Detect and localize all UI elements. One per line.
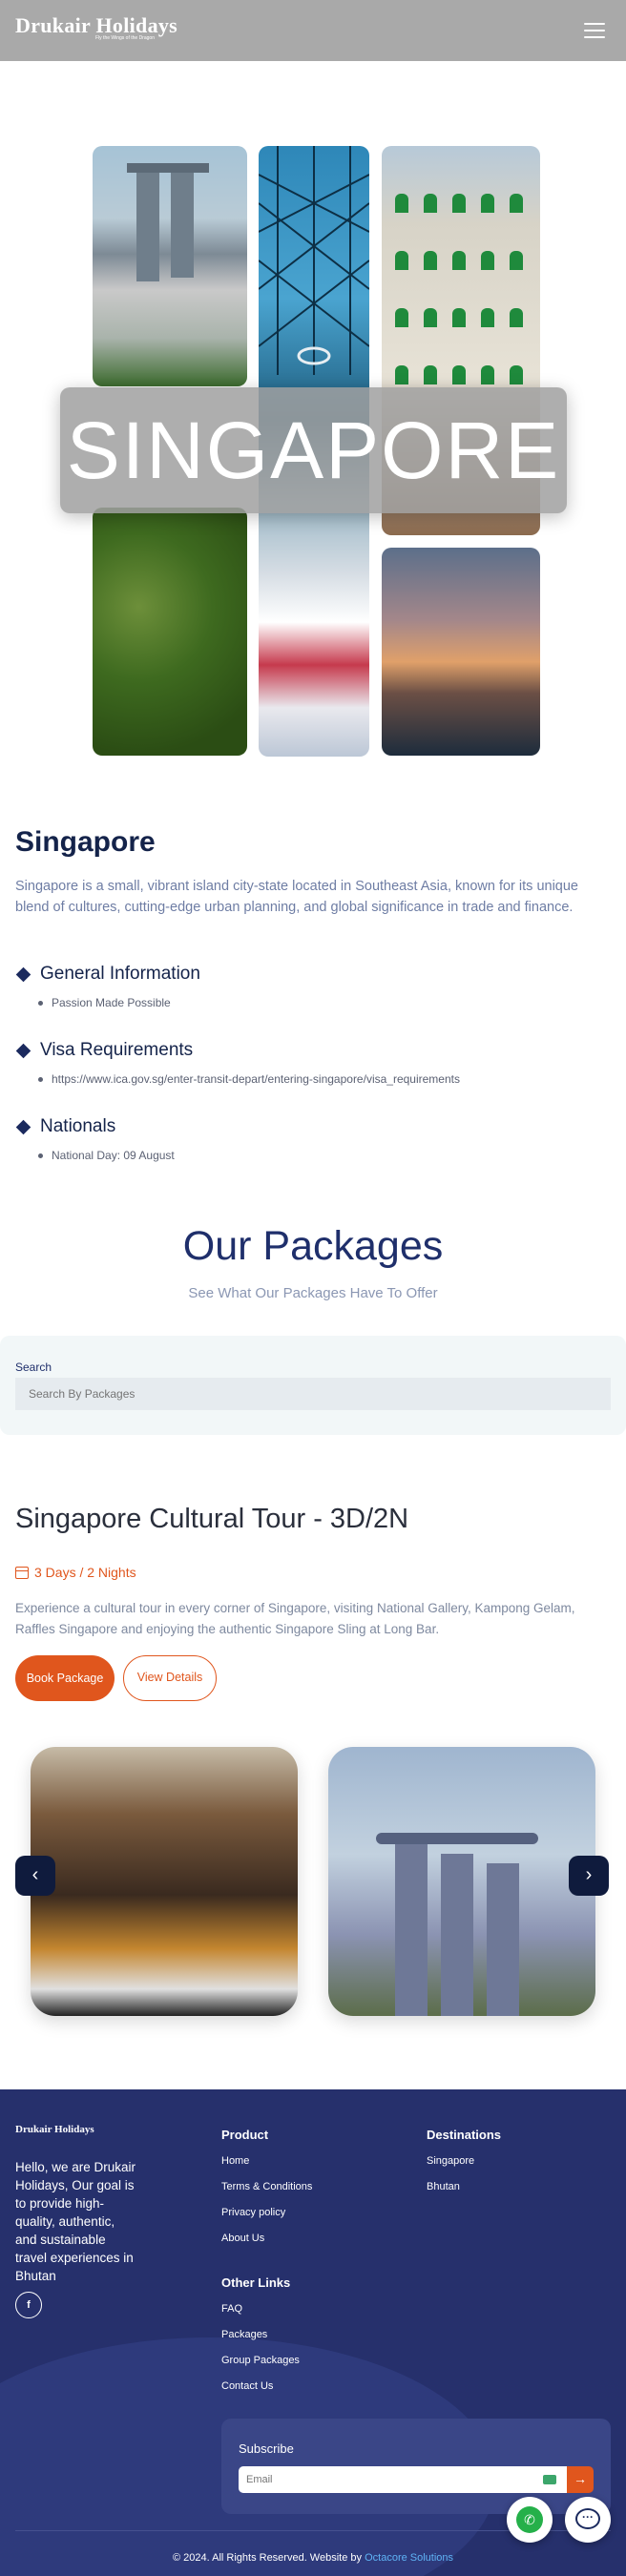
copyright: © 2024. All Rights Reserved. Website by … xyxy=(0,2552,626,2564)
diamond-bullet-icon xyxy=(15,1119,31,1134)
footer-link-packages[interactable]: Packages xyxy=(221,2329,300,2340)
footer-heading: Destinations xyxy=(427,2128,502,2142)
destination-description: Singapore is a small, vibrant island cit… xyxy=(15,879,578,915)
diamond-bullet-icon xyxy=(15,966,31,982)
email-field[interactable] xyxy=(239,2466,573,2493)
tour-image-marina-bay-sands xyxy=(328,1747,595,2016)
footer-link-home[interactable]: Home xyxy=(221,2155,312,2167)
footer-about: Hello, we are Drukair Holidays, Our goal… xyxy=(15,2160,136,2283)
search-label: Search xyxy=(15,1361,52,1374)
info-item: Passion Made Possible xyxy=(38,996,607,1009)
email-autofill-icon xyxy=(543,2475,556,2484)
info-item: National Day: 09 August xyxy=(38,1149,607,1162)
footer-link-contact[interactable]: Contact Us xyxy=(221,2380,300,2392)
destination-heading: Singapore xyxy=(15,826,156,858)
visa-link[interactable]: https://www.ica.gov.sg/enter-transit-dep… xyxy=(38,1072,607,1086)
tour-title: Singapore Cultural Tour - 3D/2N xyxy=(15,1504,409,1534)
hero-title: SINGAPORE xyxy=(66,405,561,495)
info-nationals: Nationals National Day: 09 August xyxy=(15,1116,607,1162)
tour-duration: 3 Days / 2 Nights xyxy=(15,1565,136,1580)
footer-other-column: Other Links FAQ Packages Group Packages … xyxy=(221,2275,300,2406)
chat-icon: ··· xyxy=(575,2508,600,2529)
chevron-right-icon[interactable]: › xyxy=(569,1856,609,1896)
copyright-text: © 2024. All Rights Reserved. Website by xyxy=(172,2552,363,2564)
diamond-bullet-icon xyxy=(15,1043,31,1058)
packages-subtitle: See What Our Packages Have To Offer xyxy=(188,1285,438,1301)
search-panel: Search xyxy=(0,1336,626,1435)
whatsapp-icon: ✆ xyxy=(516,2506,543,2533)
tour-image-shop-interior xyxy=(31,1747,298,2016)
hero-title-panel: SINGAPORE xyxy=(60,387,567,513)
search-input[interactable] xyxy=(15,1378,611,1410)
info-visa: Visa Requirements https://www.ica.gov.sg… xyxy=(15,1040,607,1086)
footer-link-terms[interactable]: Terms & Conditions xyxy=(221,2181,312,2192)
hero-image-cloud-forest xyxy=(93,508,247,756)
tour-description: Experience a cultural tour in every corn… xyxy=(15,1601,575,1636)
info-title: Visa Requirements xyxy=(40,1040,194,1060)
top-navbar: Drukair Holidays Fly the Wings of the Dr… xyxy=(0,0,626,61)
hero-image-marina-bay xyxy=(93,146,247,386)
footer-product-column: Product Home Terms & Conditions Privacy … xyxy=(221,2128,312,2258)
footer-link-singapore[interactable]: Singapore xyxy=(427,2155,501,2167)
footer-destinations-column: Destinations Singapore Bhutan xyxy=(427,2128,501,2207)
footer-heading: Other Links xyxy=(221,2275,291,2290)
credit-link[interactable]: Octacore Solutions xyxy=(365,2552,453,2564)
subscribe-box: Subscribe → xyxy=(221,2419,611,2514)
footer-link-bhutan[interactable]: Bhutan xyxy=(427,2181,501,2192)
book-package-button[interactable]: Book Package xyxy=(15,1655,115,1701)
footer-link-group-packages[interactable]: Group Packages xyxy=(221,2355,300,2366)
info-title: Nationals xyxy=(40,1116,116,1136)
subscribe-arrow-button[interactable]: → xyxy=(567,2466,594,2493)
footer-link-about[interactable]: About Us xyxy=(221,2233,312,2244)
info-title: General Information xyxy=(40,964,200,984)
logo-tagline: Fly the Wings of the Dragon xyxy=(95,35,155,41)
view-details-button[interactable]: View Details xyxy=(123,1655,217,1701)
footer-link-faq[interactable]: FAQ xyxy=(221,2303,300,2315)
chevron-left-icon[interactable]: ‹ xyxy=(15,1856,55,1896)
duration-text: 3 Days / 2 Nights xyxy=(34,1565,136,1580)
calendar-icon xyxy=(15,1566,29,1579)
footer-link-privacy[interactable]: Privacy policy xyxy=(221,2207,312,2218)
subscribe-title: Subscribe xyxy=(239,2441,294,2456)
footer-logo[interactable]: Drukair Holidays xyxy=(15,2124,94,2135)
whatsapp-button[interactable]: ✆ xyxy=(507,2497,553,2543)
chat-button[interactable]: ··· xyxy=(565,2497,611,2543)
hamburger-icon[interactable] xyxy=(584,23,605,38)
info-general: General Information Passion Made Possibl… xyxy=(15,964,607,1009)
hero-image-clarke-quay xyxy=(382,548,540,756)
facebook-icon[interactable]: f xyxy=(15,2292,42,2318)
packages-title: Our Packages xyxy=(182,1223,444,1269)
footer-heading: Product xyxy=(221,2128,269,2142)
